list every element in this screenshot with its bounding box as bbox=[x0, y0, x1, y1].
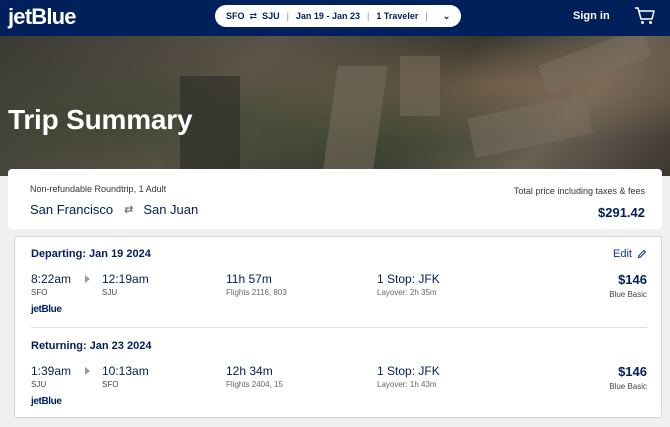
layover-info: Layover: 2h 35m bbox=[377, 288, 437, 297]
origin-city: San Francisco bbox=[30, 202, 114, 217]
arrow-right-icon bbox=[85, 275, 90, 283]
origin-code: SFO bbox=[226, 11, 245, 21]
carrier-logo: jetBlue bbox=[31, 304, 62, 315]
hero-decoration bbox=[467, 93, 593, 159]
divider bbox=[31, 327, 647, 328]
chevron-down-icon[interactable]: ⌄ bbox=[443, 11, 451, 22]
departure-time: 1:39am bbox=[31, 364, 72, 378]
top-navbar: jetBlue SFO ⇄ SJU | Jan 19 - Jan 23 | 1 … bbox=[0, 0, 670, 36]
flight-numbers: Flights 2116, 803 bbox=[226, 288, 287, 297]
arrival-airport: SJU bbox=[102, 288, 118, 297]
arrival-time: 10:13am bbox=[102, 364, 149, 378]
stop-info: 1 Stop: JFK bbox=[377, 272, 440, 286]
destination-city: San Juan bbox=[143, 202, 199, 217]
route: San Francisco ⇄ San Juan bbox=[30, 202, 198, 217]
cart-icon[interactable] bbox=[634, 6, 656, 26]
flight-duration: 11h 57m bbox=[226, 272, 272, 286]
flight-numbers: Flights 2404, 15 bbox=[226, 380, 283, 389]
departure-airport: SFO bbox=[31, 288, 48, 297]
layover-info: Layover: 1h 43m bbox=[377, 380, 437, 389]
leg-heading: Departing: Jan 19 2024 bbox=[31, 248, 151, 260]
fare-class: Blue Basic bbox=[609, 382, 647, 391]
search-summary-pill[interactable]: SFO ⇄ SJU | Jan 19 - Jan 23 | 1 Traveler… bbox=[215, 5, 461, 27]
arrival-airport: SFO bbox=[102, 380, 119, 389]
flight-duration: 12h 34m bbox=[226, 364, 273, 378]
flight-details-card: Departing: Jan 19 2024 Edit 8:22am SFO 1… bbox=[14, 236, 662, 418]
hero-decoration bbox=[538, 36, 652, 94]
hero-decoration bbox=[322, 66, 388, 176]
carrier-logo: jetBlue bbox=[31, 396, 62, 407]
arrow-right-icon bbox=[85, 367, 90, 375]
pencil-icon bbox=[637, 249, 647, 259]
departing-leg: Departing: Jan 19 2024 Edit 8:22am SFO 1… bbox=[15, 237, 663, 327]
departure-time: 8:22am bbox=[31, 272, 72, 286]
trip-summary-card: Non-refundable Roundtrip, 1 Adult San Fr… bbox=[8, 169, 662, 229]
returning-leg: Returning: Jan 23 2024 1:39am SJU 10:13a… bbox=[15, 329, 663, 419]
hero-decoration bbox=[400, 56, 440, 116]
stop-info: 1 Stop: JFK bbox=[377, 364, 440, 378]
travel-dates: Jan 19 - Jan 23 bbox=[295, 11, 360, 21]
traveler-count: 1 Traveler bbox=[376, 11, 419, 21]
leg-price: $146 bbox=[618, 272, 647, 287]
jetblue-logo[interactable]: jetBlue bbox=[8, 4, 77, 30]
arrival-time: 12:19am bbox=[102, 272, 149, 286]
leg-price: $146 bbox=[618, 364, 647, 379]
departure-airport: SJU bbox=[31, 380, 47, 389]
separator: | bbox=[425, 11, 428, 21]
swap-icon: ⇄ bbox=[249, 10, 258, 21]
separator: | bbox=[366, 11, 370, 21]
sign-in-link[interactable]: Sign in bbox=[573, 10, 610, 22]
leg-heading: Returning: Jan 23 2024 bbox=[31, 340, 152, 352]
total-price: $291.42 bbox=[598, 205, 645, 220]
fare-type-label: Non-refundable Roundtrip, 1 Adult bbox=[30, 184, 167, 194]
fare-class: Blue Basic bbox=[609, 290, 647, 299]
page-title: Trip Summary bbox=[8, 104, 193, 135]
edit-button[interactable]: Edit bbox=[613, 248, 647, 260]
separator: | bbox=[286, 11, 289, 21]
total-price-label: Total price including taxes & fees bbox=[513, 186, 645, 196]
edit-label: Edit bbox=[613, 248, 632, 260]
roundtrip-icon: ⇄ bbox=[124, 204, 134, 216]
destination-code: SJU bbox=[262, 11, 280, 21]
hero-banner: Trip Summary bbox=[0, 36, 670, 176]
